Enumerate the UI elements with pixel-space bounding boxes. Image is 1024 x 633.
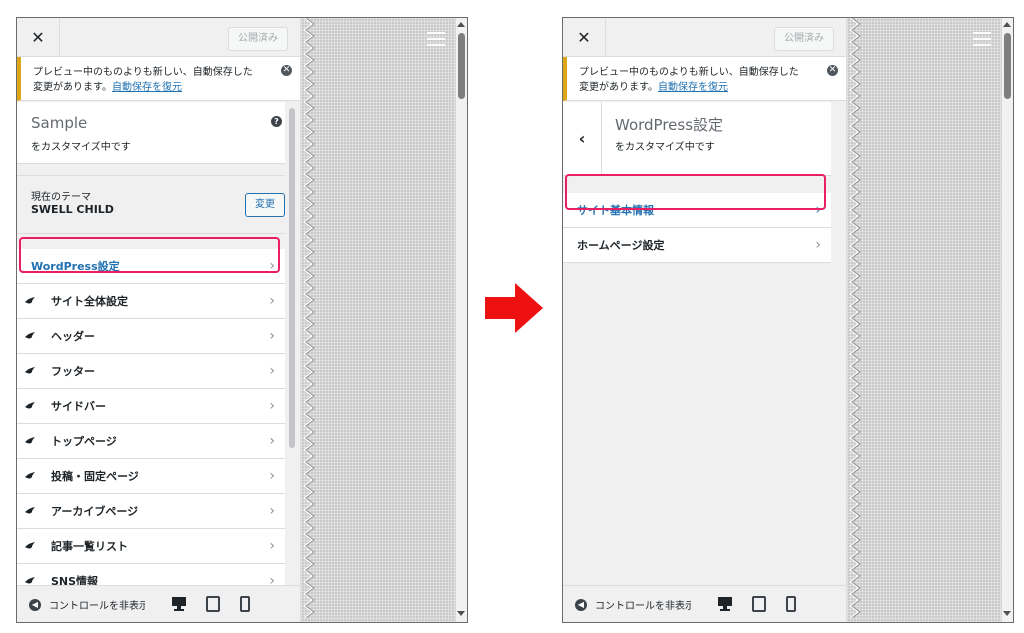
desktop-icon[interactable] — [169, 595, 189, 613]
swell-bird-icon — [25, 577, 35, 584]
swell-bird-icon — [25, 367, 35, 374]
panel-scrollbar-thumb[interactable] — [289, 108, 295, 448]
customizer-topbar: ✕ 公開済み — [563, 18, 846, 57]
hamburger-icon[interactable] — [973, 32, 991, 46]
menu-item-label: フッター — [51, 365, 95, 378]
customizer-footer: ◀ コントロールを非表示 — [563, 585, 846, 622]
publish-button[interactable]: 公開済み — [774, 27, 834, 51]
chevron-right-icon: › — [269, 328, 275, 344]
customizer-topbar: ✕ 公開済み — [17, 18, 300, 57]
collapse-label: コントロールを非表示 — [49, 601, 145, 612]
collapse-controls-button[interactable]: ◀ コントロールを非表示 — [575, 597, 691, 612]
restore-autosave-link[interactable]: 自動保存を復元 — [658, 82, 728, 93]
scroll-down-icon[interactable] — [1003, 611, 1011, 616]
menu-item-site-settings[interactable]: サイト全体設定 › — [17, 284, 285, 319]
customizer-panel: ✕ 公開済み プレビュー中のものよりも新しい、自動保存した変更があります。自動保… — [17, 18, 301, 622]
chevron-right-icon: › — [269, 538, 275, 554]
section-header: ‹ WordPress設定 をカスタマイズ中です — [563, 102, 831, 176]
collapse-label: コントロールを非表示 — [595, 601, 691, 612]
back-chevron-icon[interactable]: ‹ — [563, 102, 602, 175]
scroll-up-icon[interactable] — [457, 22, 465, 27]
chevron-right-icon: › — [815, 237, 821, 253]
menu-item-sidebar[interactable]: サイドバー › — [17, 389, 285, 424]
window-scrollbar-thumb[interactable] — [1004, 33, 1011, 99]
site-info: Sample をカスタマイズ中です ? — [17, 102, 285, 164]
restore-autosave-link[interactable]: 自動保存を復元 — [112, 82, 182, 93]
hamburger-icon[interactable] — [427, 32, 445, 46]
customizer-screenshot-before: ✕ 公開済み プレビュー中のものよりも新しい、自動保存した変更があります。自動保… — [16, 17, 468, 623]
publish-button[interactable]: 公開済み — [228, 27, 288, 51]
collapse-icon: ◀ — [29, 598, 41, 611]
close-icon[interactable]: ✕ — [17, 18, 60, 56]
chevron-right-icon: › — [269, 503, 275, 519]
menu-item-homepage-settings[interactable]: ホームページ設定 › — [563, 228, 831, 263]
chevron-right-icon: › — [269, 468, 275, 484]
current-theme-section: 現在のテーマ SWELL CHILD 変更 — [17, 175, 285, 234]
section-title: WordPress設定 — [615, 116, 724, 134]
customizer-panel: ✕ 公開済み プレビュー中のものよりも新しい、自動保存した変更があります。自動保… — [563, 18, 847, 622]
menu-item-archive-page[interactable]: アーカイブページ › — [17, 494, 285, 529]
panel-scrollbar[interactable] — [285, 102, 299, 582]
close-icon[interactable]: ✕ — [563, 18, 606, 56]
autosave-notice: プレビュー中のものよりも新しい、自動保存した変更があります。自動保存を復元 ✕ — [563, 57, 846, 101]
customizing-subtitle: をカスタマイズ中です — [615, 142, 715, 153]
collapse-controls-button[interactable]: ◀ コントロールを非表示 — [29, 597, 145, 612]
menu-item-post-list[interactable]: 記事一覧リスト › — [17, 529, 285, 564]
menu-item-posts-pages[interactable]: 投稿・固定ページ › — [17, 459, 285, 494]
menu-item-label: トップページ — [51, 435, 117, 448]
window-scrollbar[interactable] — [1001, 18, 1013, 622]
mobile-icon[interactable] — [235, 595, 255, 613]
window-scrollbar[interactable] — [455, 18, 467, 622]
menu-item-header[interactable]: ヘッダー › — [17, 319, 285, 354]
autosave-notice: プレビュー中のものよりも新しい、自動保存した変更があります。自動保存を復元 ✕ — [17, 57, 300, 101]
theme-label: 現在のテーマ — [31, 192, 91, 203]
dismiss-icon[interactable]: ✕ — [827, 65, 838, 76]
customizer-footer: ◀ コントロールを非表示 — [17, 585, 300, 622]
scroll-up-icon[interactable] — [1003, 22, 1011, 27]
menu-item-label: サイト全体設定 — [51, 295, 128, 308]
swell-bird-icon — [25, 437, 35, 444]
highlight-box — [565, 174, 826, 210]
site-preview — [847, 18, 1013, 622]
desktop-icon[interactable] — [715, 595, 735, 613]
preview-edge — [303, 18, 315, 619]
chevron-right-icon: › — [269, 433, 275, 449]
dismiss-icon[interactable]: ✕ — [281, 65, 292, 76]
swell-bird-icon — [25, 297, 35, 304]
menu-item-label: ヘッダー — [51, 330, 95, 343]
customizer-screenshot-after: ✕ 公開済み プレビュー中のものよりも新しい、自動保存した変更があります。自動保… — [562, 17, 1014, 623]
swell-bird-icon — [25, 402, 35, 409]
site-preview — [301, 18, 467, 622]
tablet-icon[interactable] — [203, 595, 223, 613]
swell-bird-icon — [25, 507, 35, 514]
menu-item-label: サイドバー — [51, 400, 106, 413]
swell-bird-icon — [25, 332, 35, 339]
customizer-menu: WordPress設定 › サイト全体設定 › ヘッダー › フッター › サイ… — [17, 249, 285, 599]
preview-edge — [849, 18, 861, 619]
swell-bird-icon — [25, 472, 35, 479]
collapse-icon: ◀ — [575, 598, 587, 611]
site-title: Sample — [31, 114, 88, 132]
window-scrollbar-thumb[interactable] — [458, 33, 465, 99]
scroll-down-icon[interactable] — [457, 611, 465, 616]
menu-item-label: アーカイブページ — [51, 505, 139, 518]
menu-item-top-page[interactable]: トップページ › — [17, 424, 285, 459]
highlight-box — [19, 237, 280, 273]
menu-item-footer[interactable]: フッター › — [17, 354, 285, 389]
change-theme-button[interactable]: 変更 — [245, 193, 285, 217]
menu-item-label: ホームページ設定 — [577, 239, 665, 252]
tablet-icon[interactable] — [749, 595, 769, 613]
swell-bird-icon — [25, 542, 35, 549]
right-arrow-icon — [485, 283, 543, 333]
chevron-right-icon: › — [269, 293, 275, 309]
help-icon[interactable]: ? — [271, 116, 282, 127]
chevron-right-icon: › — [269, 363, 275, 379]
theme-name: SWELL CHILD — [31, 203, 114, 216]
menu-item-label: 記事一覧リスト — [51, 540, 128, 553]
mobile-icon[interactable] — [781, 595, 801, 613]
chevron-right-icon: › — [269, 398, 275, 414]
customizing-subtitle: をカスタマイズ中です — [31, 142, 131, 153]
menu-item-label: 投稿・固定ページ — [51, 470, 139, 483]
